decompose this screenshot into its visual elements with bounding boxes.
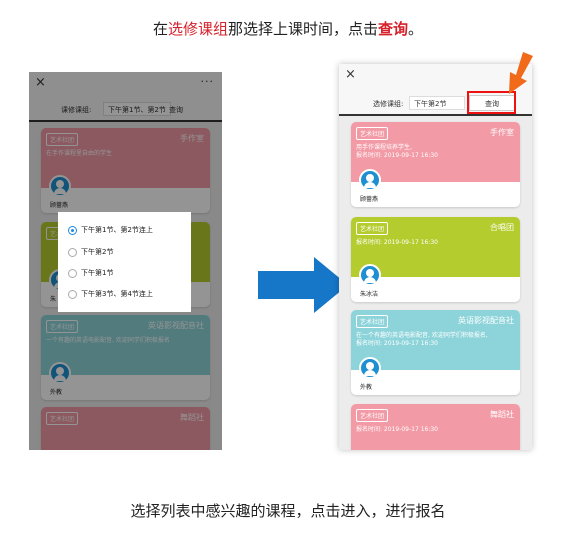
signup-time: 报名时间: 2019-09-17 16:30	[356, 426, 438, 433]
caption-text: 在	[152, 20, 168, 38]
course-intro: 在一个有趣的英语电影配音, 欢迎同学们积极报名,	[356, 332, 488, 339]
teacher-avatar-icon	[359, 169, 381, 191]
category-badge: 艺术社团	[356, 222, 389, 235]
right-arrow-icon	[258, 257, 348, 313]
close-icon[interactable]: ×	[345, 68, 356, 82]
signup-time: 报名时间: 2019-09-17 16:30	[356, 239, 438, 246]
time-select[interactable]: 下午第2节	[409, 96, 465, 110]
filter-label: 选修课组:	[373, 100, 404, 108]
caption-highlight-query: 查询	[378, 20, 409, 38]
course-card[interactable]: 艺术社团 手作室 用手作课程培养学生, 报名时间: 2019-09-17 16:3…	[351, 122, 520, 207]
course-card[interactable]: 艺术社团 舞蹈社 报名时间: 2019-09-17 16:30	[351, 404, 520, 450]
time-option[interactable]: 下午第1节、第2节连上	[68, 225, 153, 235]
course-name: 手作室	[490, 128, 514, 137]
teacher-avatar-icon	[359, 357, 381, 379]
radio-icon[interactable]	[68, 289, 77, 299]
teacher-name: 外教	[360, 384, 373, 391]
caption-text: 。	[408, 20, 424, 38]
time-option[interactable]: 下午第3节、第4节连上	[68, 289, 153, 299]
caption-text: 那选择上课时间，点击	[227, 20, 378, 38]
radio-icon[interactable]	[68, 268, 77, 278]
left-phone-screenshot: × ··· 课修课组: 下午第1节、第2节 查询 艺术社团 手作室 在手作课程里…	[29, 72, 222, 450]
course-desc: 用手作课程培养学生, 报名时间: 2019-09-17 16:30	[356, 144, 506, 160]
time-option[interactable]: 下午第2节	[68, 247, 113, 257]
teacher-name: 顾蔷燕	[360, 196, 379, 203]
course-intro: 用手作课程培养学生,	[356, 144, 412, 151]
course-desc: 在一个有趣的英语电影配音, 欢迎同学们积极报名, 报名时间: 2019-09-17…	[356, 332, 506, 348]
time-picker-popup: 下午第1节、第2节连上 下午第2节 下午第1节 下午第3节、第4节连上	[58, 212, 191, 312]
card-header: 艺术社团 舞蹈社 报名时间: 2019-09-17 16:30	[351, 404, 520, 450]
course-name: 英语影视配音社	[458, 316, 514, 325]
category-badge: 艺术社团	[356, 127, 389, 140]
course-name: 合唱团	[490, 223, 514, 232]
instruction-caption-bottom: 选择列表中感兴趣的课程，点击进入，进行报名	[130, 502, 446, 520]
category-badge: 艺术社团	[356, 409, 389, 422]
signup-time: 报名时间: 2019-09-17 16:30	[356, 152, 438, 159]
query-highlight-box	[467, 91, 516, 114]
course-desc: 报名时间: 2019-09-17 16:30	[356, 239, 506, 247]
pointer-arrow-icon	[509, 52, 533, 94]
option-label: 下午第1节、第2节连上	[81, 226, 153, 234]
teacher-name: 朱冰洁	[360, 291, 379, 298]
right-phone-screenshot: × 选修课组: 下午第2节 查询 艺术社团 手作室 用手作课程培养学生, 报名时间…	[339, 64, 532, 450]
option-label: 下午第1节	[81, 269, 114, 277]
instruction-caption-top: 在选修课组那选择上课时间，点击查询。	[0, 18, 576, 39]
radio-selected-icon[interactable]	[68, 225, 77, 235]
course-desc: 报名时间: 2019-09-17 16:30	[356, 426, 506, 434]
caption-highlight-course-group: 选修课组	[167, 20, 228, 38]
radio-icon[interactable]	[68, 247, 77, 257]
time-option[interactable]: 下午第1节	[68, 268, 113, 278]
teacher-avatar-icon	[359, 264, 381, 286]
category-badge: 艺术社团	[356, 315, 389, 328]
course-card[interactable]: 艺术社团 合唱团 报名时间: 2019-09-17 16:30 朱冰洁	[351, 217, 520, 302]
option-label: 下午第2节	[81, 248, 114, 256]
signup-time: 报名时间: 2019-09-17 16:30	[356, 340, 438, 347]
option-label: 下午第3节、第4节连上	[81, 290, 153, 298]
course-name: 舞蹈社	[490, 410, 514, 419]
course-card[interactable]: 艺术社团 英语影视配音社 在一个有趣的英语电影配音, 欢迎同学们积极报名, 报名时…	[351, 310, 520, 395]
